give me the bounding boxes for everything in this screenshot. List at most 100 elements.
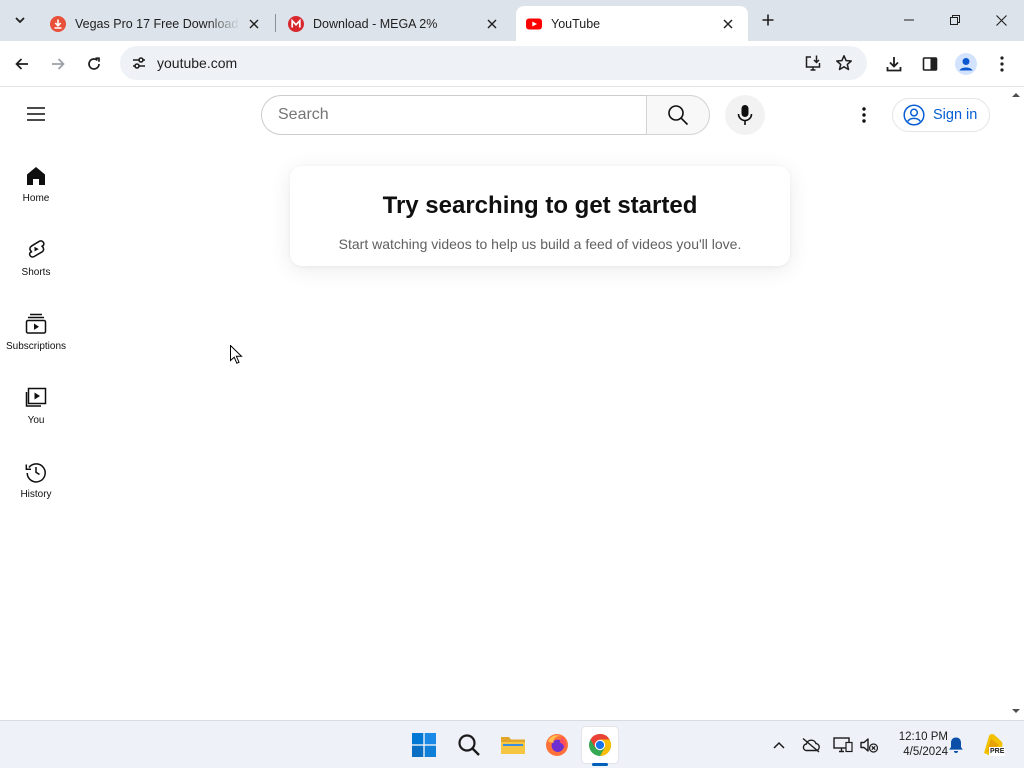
- tab-mega-download[interactable]: Download - MEGA 2%: [278, 6, 512, 41]
- search-button[interactable]: [646, 95, 710, 135]
- firefox-icon: [546, 734, 568, 756]
- install-app-button[interactable]: [800, 50, 826, 76]
- network-monitor-icon: [833, 737, 853, 753]
- bookmark-button[interactable]: [831, 50, 857, 76]
- plus-icon: [762, 14, 774, 26]
- shorts-icon: [28, 240, 45, 258]
- sidebar-item-label: Subscriptions: [5, 341, 67, 352]
- browser-toolbar: youtube.com: [0, 41, 1024, 87]
- chevron-up-icon: [773, 741, 785, 749]
- bell-icon: [949, 737, 963, 753]
- firefox-button[interactable]: [538, 726, 576, 764]
- tab-youtube[interactable]: YouTube: [516, 6, 748, 41]
- sidebar-item-history[interactable]: History: [0, 460, 72, 520]
- clock-time: 12:10 PM: [898, 731, 948, 743]
- notification-center-button[interactable]: [944, 733, 968, 757]
- close-icon: [995, 14, 1007, 26]
- subscriptions-icon: [25, 313, 47, 334]
- kebab-menu-icon: [1000, 56, 1004, 72]
- chrome-icon: [589, 734, 612, 756]
- sidebar-item-label: History: [20, 489, 52, 500]
- site-info-button[interactable]: [126, 50, 152, 76]
- onedrive-status-button[interactable]: [799, 733, 823, 757]
- close-tab-icon[interactable]: [718, 14, 738, 34]
- install-app-icon: [805, 55, 821, 71]
- reload-icon: [88, 57, 100, 70]
- tab-title: YouTube: [551, 16, 601, 31]
- empty-feed-title: Try searching to get started: [382, 192, 698, 219]
- chrome-button[interactable]: [581, 726, 619, 764]
- history-icon: [25, 463, 46, 483]
- mouse-cursor-icon: [230, 345, 243, 364]
- file-explorer-button[interactable]: [494, 726, 532, 764]
- you-icon: [25, 387, 47, 407]
- tab-title: Download - MEGA 2%: [313, 16, 438, 31]
- side-panel-icon: [922, 57, 938, 71]
- side-panel-button[interactable]: [916, 50, 944, 78]
- restore-button[interactable]: [932, 0, 978, 40]
- close-tab-icon[interactable]: [482, 14, 502, 34]
- site-settings-icon: [133, 57, 145, 69]
- sign-in-label: Sign in: [933, 107, 978, 123]
- search-icon: [458, 734, 480, 756]
- tab-vegas-pro[interactable]: Vegas Pro 17 Free Download - I: [40, 6, 274, 41]
- account-circle-icon: [903, 104, 925, 126]
- sign-in-button[interactable]: Sign in: [892, 98, 990, 132]
- clock-date: 4/5/2024: [903, 746, 948, 758]
- forward-button[interactable]: [44, 50, 72, 78]
- volume-status-button[interactable]: [857, 733, 881, 757]
- new-tab-button[interactable]: [756, 8, 780, 32]
- close-tab-icon[interactable]: [244, 14, 264, 34]
- search-icon: [668, 105, 689, 126]
- chevron-down-icon: [15, 17, 25, 24]
- minimize-icon: [904, 19, 914, 21]
- downloader-favicon: [50, 15, 66, 32]
- sidebar-item-shorts[interactable]: Shorts: [0, 238, 72, 298]
- active-app-indicator: [592, 763, 608, 766]
- reload-button[interactable]: [80, 50, 108, 78]
- arrow-left-icon: [15, 58, 28, 70]
- address-bar[interactable]: youtube.com: [120, 46, 867, 80]
- sidebar-item-label: Home: [22, 193, 50, 204]
- folder-icon: [501, 737, 525, 754]
- profile-avatar-icon: [955, 53, 977, 75]
- back-button[interactable]: [8, 50, 36, 78]
- tab-separator: [275, 14, 276, 32]
- search-box: [261, 95, 647, 135]
- scroll-up-arrow-icon[interactable]: [1011, 90, 1021, 100]
- sidebar-item-you[interactable]: You: [0, 386, 72, 446]
- taskbar: 12:10 PM 4/5/2024 PRE: [0, 720, 1024, 768]
- chrome-menu-button[interactable]: [988, 50, 1016, 78]
- tab-title: Vegas Pro 17 Free Download - I: [75, 16, 240, 31]
- close-window-button[interactable]: [978, 0, 1024, 40]
- profile-button[interactable]: [952, 50, 980, 78]
- downloads-button[interactable]: [880, 50, 908, 78]
- copilot-button[interactable]: PRE: [979, 731, 1007, 759]
- sidebar-item-home[interactable]: Home: [0, 164, 72, 224]
- microphone-icon: [737, 105, 753, 125]
- home-icon: [27, 167, 45, 185]
- cloud-offline-icon: [802, 737, 820, 753]
- taskbar-search-button[interactable]: [450, 726, 488, 764]
- download-icon: [886, 57, 902, 72]
- youtube-favicon: [526, 18, 542, 29]
- show-hidden-icons-button[interactable]: [767, 733, 791, 757]
- search-input[interactable]: [278, 96, 647, 134]
- minimize-button[interactable]: [886, 0, 932, 40]
- sidebar-item-subscriptions[interactable]: Subscriptions: [0, 312, 72, 372]
- start-button[interactable]: [405, 726, 443, 764]
- system-clock[interactable]: 12:10 PM 4/5/2024: [884, 730, 948, 760]
- settings-menu-button[interactable]: [850, 101, 878, 129]
- network-status-button[interactable]: [831, 733, 855, 757]
- star-icon: [836, 55, 852, 71]
- url-text: youtube.com: [157, 55, 238, 71]
- tab-strip: Vegas Pro 17 Free Download - I Download …: [0, 0, 1024, 41]
- voice-search-button[interactable]: [725, 95, 765, 135]
- sidebar-item-label: You: [27, 415, 45, 426]
- speaker-muted-icon: [860, 738, 879, 753]
- scroll-down-arrow-icon[interactable]: [1011, 706, 1021, 716]
- hamburger-icon: [27, 107, 45, 121]
- tab-search-button[interactable]: [8, 8, 32, 32]
- guide-menu-button[interactable]: [22, 100, 50, 128]
- empty-feed-subtitle: Start watching videos to help us build a…: [338, 236, 742, 252]
